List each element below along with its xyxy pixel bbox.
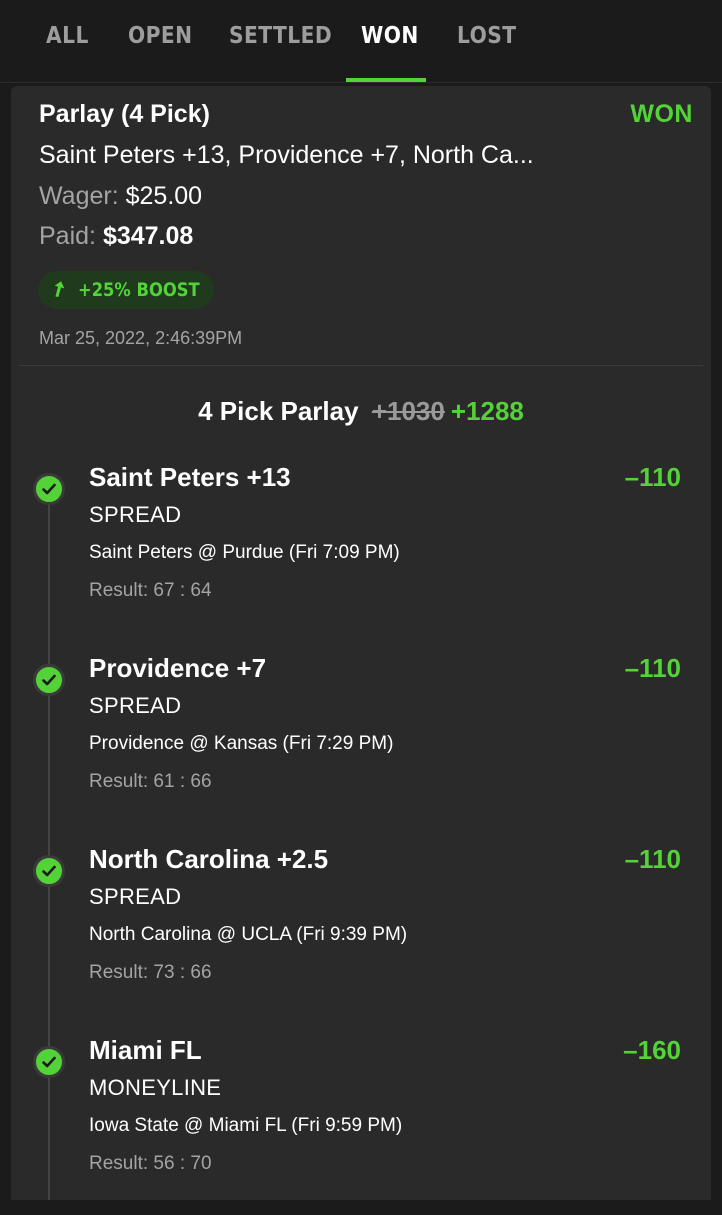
original-odds: +1030 xyxy=(371,396,445,426)
leg-game-info: Providence @ Kansas (Fri 7:29 PM) xyxy=(89,733,394,754)
parlay-label: 4 Pick Parlay xyxy=(198,396,359,426)
tab-all[interactable]: ALL xyxy=(46,18,89,54)
leg-market-type: SPREAD xyxy=(89,693,182,718)
bet-status-badge: WON xyxy=(630,100,693,128)
check-circle-icon xyxy=(33,664,65,696)
parlay-leg: Miami FL –160 MONEYLINE Iowa State @ Mia… xyxy=(11,1035,711,1215)
tab-open[interactable]: OPEN xyxy=(128,18,193,54)
leg-result: Result: 67 : 64 xyxy=(89,580,212,601)
boost-badge: +25% BOOST xyxy=(38,271,214,309)
paid-row: Paid: $347.08 xyxy=(39,222,193,251)
leg-odds: –110 xyxy=(624,653,681,683)
bet-title: Parlay (4 Pick) xyxy=(39,100,210,128)
leg-odds: –110 xyxy=(624,844,681,874)
bet-card[interactable]: Parlay (4 Pick) WON Saint Peters +13, Pr… xyxy=(11,86,711,1200)
leg-selection: Providence +7 xyxy=(89,653,267,683)
paid-label: Paid: xyxy=(39,222,96,250)
leg-result: Result: 56 : 70 xyxy=(89,1153,212,1174)
wager-row: Wager: $25.00 xyxy=(39,182,202,211)
leg-game-info: North Carolina @ UCLA (Fri 9:39 PM) xyxy=(89,924,408,945)
leg-market-type: MONEYLINE xyxy=(89,1075,222,1100)
paid-value: $347.08 xyxy=(102,222,194,250)
wager-label: Wager: xyxy=(39,182,119,210)
leg-selection: North Carolina +2.5 xyxy=(89,844,329,874)
leg-market-type: SPREAD xyxy=(89,502,182,527)
tab-settled[interactable]: SETTLED xyxy=(229,18,332,54)
tab-lost[interactable]: LOST xyxy=(457,18,517,54)
bet-timestamp: Mar 25, 2022, 2:46:39PM xyxy=(39,328,243,348)
leg-market-type: SPREAD xyxy=(89,884,182,909)
leg-game-info: Saint Peters @ Purdue (Fri 7:09 PM) xyxy=(89,542,400,563)
leg-odds: –110 xyxy=(624,462,681,492)
bet-description: Saint Peters +13, Providence +7, North C… xyxy=(39,141,534,169)
parlay-leg: Providence +7 –110 SPREAD Providence @ K… xyxy=(11,653,711,833)
boost-label: +25% BOOST xyxy=(78,279,200,301)
bet-filter-tabs: ALL OPEN SETTLED WON LOST xyxy=(0,0,722,83)
leg-result: Result: 73 : 66 xyxy=(89,962,212,983)
parlay-leg: Saint Peters +13 –110 SPREAD Saint Peter… xyxy=(11,462,711,642)
leg-selection: Saint Peters +13 xyxy=(89,462,291,492)
leg-game-info: Iowa State @ Miami FL (Fri 9:59 PM) xyxy=(89,1115,403,1136)
check-circle-icon xyxy=(33,855,65,887)
active-tab-indicator xyxy=(346,78,426,82)
boosted-odds: +1288 xyxy=(450,396,524,426)
leg-selection: Miami FL xyxy=(89,1035,202,1065)
arrow-up-icon xyxy=(54,281,65,298)
leg-result: Result: 61 : 66 xyxy=(89,771,212,792)
check-circle-icon xyxy=(33,1046,65,1078)
divider xyxy=(19,365,703,366)
parlay-leg: North Carolina +2.5 –110 SPREAD North Ca… xyxy=(11,844,711,1024)
wager-value: $25.00 xyxy=(125,182,203,210)
parlay-odds-line: 4 Pick Parlay +1030 +1288 xyxy=(11,396,711,427)
check-circle-icon xyxy=(33,473,65,505)
leg-odds: –160 xyxy=(623,1035,681,1065)
tab-won[interactable]: WON xyxy=(361,18,419,54)
